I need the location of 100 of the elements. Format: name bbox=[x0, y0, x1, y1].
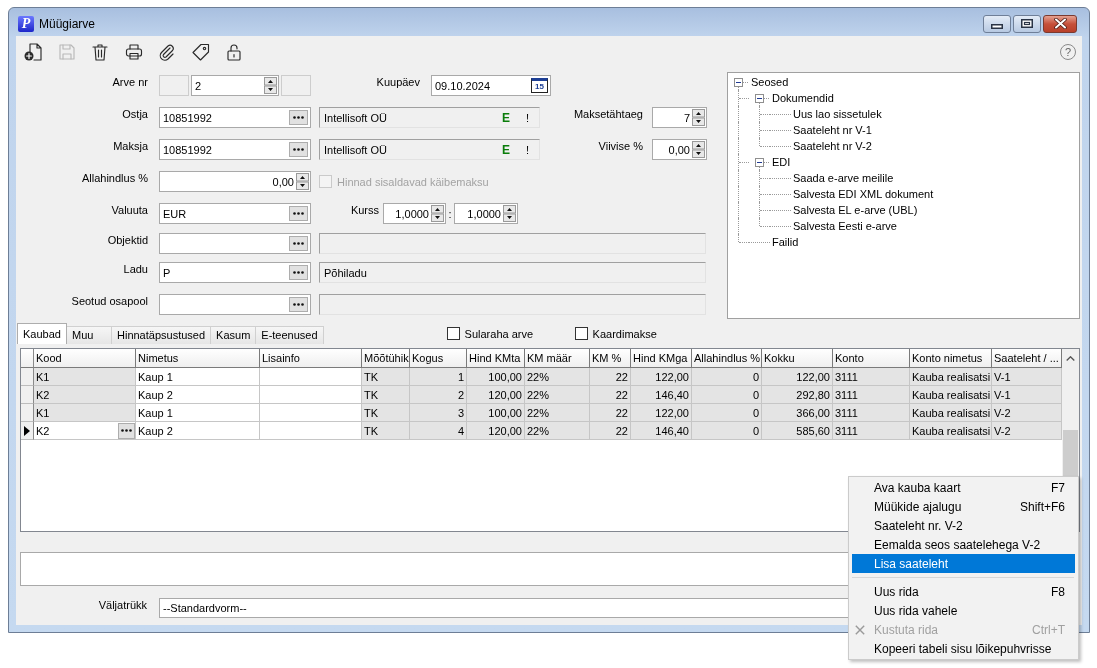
tree-item[interactable]: Salvesta EDI XML dokument bbox=[793, 188, 934, 200]
spinner-arrows-icon[interactable] bbox=[431, 205, 444, 222]
tree-item[interactable]: Salvesta Eesti e-arve bbox=[793, 220, 897, 232]
checkbox[interactable] bbox=[574, 327, 588, 340]
code-field[interactable]: P bbox=[159, 262, 311, 283]
close-button[interactable] bbox=[1043, 14, 1077, 33]
tag-icon bbox=[191, 43, 210, 61]
browse-button[interactable] bbox=[289, 206, 308, 221]
spinner-arrows-icon[interactable] bbox=[692, 141, 705, 158]
close-icon bbox=[1053, 18, 1067, 29]
column-header[interactable]: Kogus bbox=[410, 349, 467, 368]
table-cell: TK bbox=[362, 404, 410, 422]
tree-item[interactable]: Dokumendid bbox=[772, 92, 834, 104]
browse-button[interactable] bbox=[289, 142, 308, 157]
table-cell: 4 bbox=[410, 422, 467, 440]
table-cell: 122,00 bbox=[631, 368, 692, 386]
column-header[interactable]: Lisainfo bbox=[260, 349, 362, 368]
menu-item[interactable]: Saateleht nr. V-2 bbox=[852, 516, 1075, 535]
table-cell: Kauba realisatsi bbox=[910, 422, 992, 440]
column-header[interactable]: Hind KMta bbox=[467, 349, 525, 368]
menu-item[interactable]: Eemalda seos saatelehega V-2 bbox=[852, 535, 1075, 554]
spinner-arrows-icon[interactable] bbox=[296, 173, 309, 190]
number-field[interactable]: 7 bbox=[652, 107, 707, 128]
tree-item[interactable]: Saada e-arve meilile bbox=[793, 172, 894, 184]
table-cell: 0 bbox=[692, 404, 762, 422]
browse-button[interactable] bbox=[289, 236, 308, 251]
code-field[interactable] bbox=[159, 233, 311, 254]
table-cell: 585,60 bbox=[762, 422, 833, 440]
tab[interactable]: Kaubad bbox=[17, 323, 67, 344]
tab[interactable]: E-teenused bbox=[255, 326, 324, 344]
number-field[interactable]: 0,00 bbox=[652, 139, 707, 160]
column-header[interactable]: KM % bbox=[590, 349, 631, 368]
column-header[interactable]: Mõõtühik bbox=[362, 349, 410, 368]
column-header[interactable]: Allahindlus % bbox=[692, 349, 762, 368]
discount-field[interactable]: 0,00 bbox=[159, 171, 311, 192]
collapse-icon[interactable] bbox=[755, 93, 764, 103]
menu-item[interactable]: Ava kauba kaart F7 bbox=[852, 478, 1075, 497]
menu-item[interactable]: Lisa saateleht bbox=[852, 554, 1075, 573]
column-header[interactable]: Kood bbox=[34, 349, 136, 368]
table-cell: 146,40 bbox=[631, 422, 692, 440]
field-label: Kurss bbox=[350, 203, 379, 217]
field-label: Väljatrükk bbox=[98, 598, 147, 612]
tree-item[interactable]: Failid bbox=[772, 236, 799, 248]
currency-field[interactable]: EUR bbox=[159, 203, 311, 224]
minimize-button[interactable] bbox=[983, 14, 1011, 33]
menu-item[interactable]: Uus rida F8 bbox=[852, 582, 1075, 601]
scroll-thumb[interactable] bbox=[1063, 430, 1078, 479]
code-field[interactable]: 10851992 bbox=[159, 107, 311, 128]
browse-button[interactable] bbox=[289, 297, 308, 312]
table-cell: Kaup 2 bbox=[136, 386, 260, 404]
column-header[interactable]: Konto nimetus bbox=[910, 349, 992, 368]
tree-item[interactable]: Saateleht nr V-1 bbox=[793, 124, 872, 136]
date-field[interactable]: 09.10.2024 15 bbox=[431, 75, 551, 96]
browse-button[interactable] bbox=[289, 265, 308, 280]
column-header[interactable]: Saateleht / ... bbox=[992, 349, 1062, 368]
collapse-icon[interactable] bbox=[734, 77, 743, 87]
column-header[interactable]: Hind KMga bbox=[631, 349, 692, 368]
padlock-icon bbox=[225, 43, 243, 61]
tree-item[interactable]: EDI bbox=[772, 156, 791, 168]
column-header[interactable]: Konto bbox=[833, 349, 910, 368]
maximize-button[interactable] bbox=[1013, 14, 1041, 33]
browse-button[interactable] bbox=[289, 110, 308, 125]
tab[interactable]: Hinnatäpsustused bbox=[111, 326, 212, 344]
tree-item[interactable]: Uus lao sissetulek bbox=[793, 108, 882, 120]
tree-item[interactable]: Saateleht nr V-2 bbox=[793, 140, 872, 152]
column-header[interactable]: Nimetus bbox=[136, 349, 260, 368]
exchange-rate-field[interactable]: 1,0000 bbox=[383, 203, 446, 224]
tree-item[interactable]: Salvesta EL e-arve (UBL) bbox=[793, 204, 918, 216]
code-field[interactable]: 10851992 bbox=[159, 139, 311, 160]
checkbox-label: Kaardimakse bbox=[592, 327, 657, 340]
column-header[interactable]: KM määr bbox=[525, 349, 590, 368]
browse-button[interactable] bbox=[118, 422, 135, 439]
spinner-arrows-icon[interactable] bbox=[503, 205, 516, 222]
field-label: Arve nr bbox=[112, 75, 148, 89]
exchange-rate-field[interactable]: 1,0000 bbox=[454, 203, 518, 224]
column-header[interactable]: Kokku bbox=[762, 349, 833, 368]
menu-item[interactable]: Kopeeri tabeli sisu lõikepuhvrisse bbox=[852, 639, 1075, 658]
tree-item[interactable]: Seosed bbox=[751, 76, 789, 88]
table-cell: 146,40 bbox=[631, 386, 692, 404]
row-header[interactable] bbox=[21, 422, 34, 440]
table-cell: 22 bbox=[590, 422, 631, 440]
checkbox[interactable] bbox=[446, 327, 460, 340]
table-cell: 22 bbox=[590, 386, 631, 404]
menu-item[interactable]: Müükide ajalugu Shift+F6 bbox=[852, 497, 1075, 516]
calendar-button[interactable]: 15 bbox=[531, 78, 548, 93]
company-name-text: Intellisoft OÜ bbox=[324, 111, 387, 124]
tab[interactable]: Kasum bbox=[210, 326, 257, 344]
code-field[interactable] bbox=[159, 294, 311, 315]
table-cell: Kauba realisatsi bbox=[910, 368, 992, 386]
tab[interactable]: Muu bbox=[66, 326, 112, 344]
invoice-number-field[interactable]: 2 bbox=[191, 75, 279, 96]
table-cell: V-2 bbox=[992, 422, 1062, 440]
collapse-icon[interactable] bbox=[755, 157, 764, 167]
menu-item[interactable]: Uus rida vahele bbox=[852, 601, 1075, 620]
table-cell: K2 bbox=[34, 386, 136, 404]
spinner-arrows-icon[interactable] bbox=[692, 109, 705, 126]
spinner-arrows-icon[interactable] bbox=[264, 77, 277, 94]
field-label: Seotud osapool bbox=[71, 294, 148, 308]
table-cell: 3111 bbox=[833, 386, 910, 404]
warehouse-name-text: Põhiladu bbox=[324, 266, 367, 279]
